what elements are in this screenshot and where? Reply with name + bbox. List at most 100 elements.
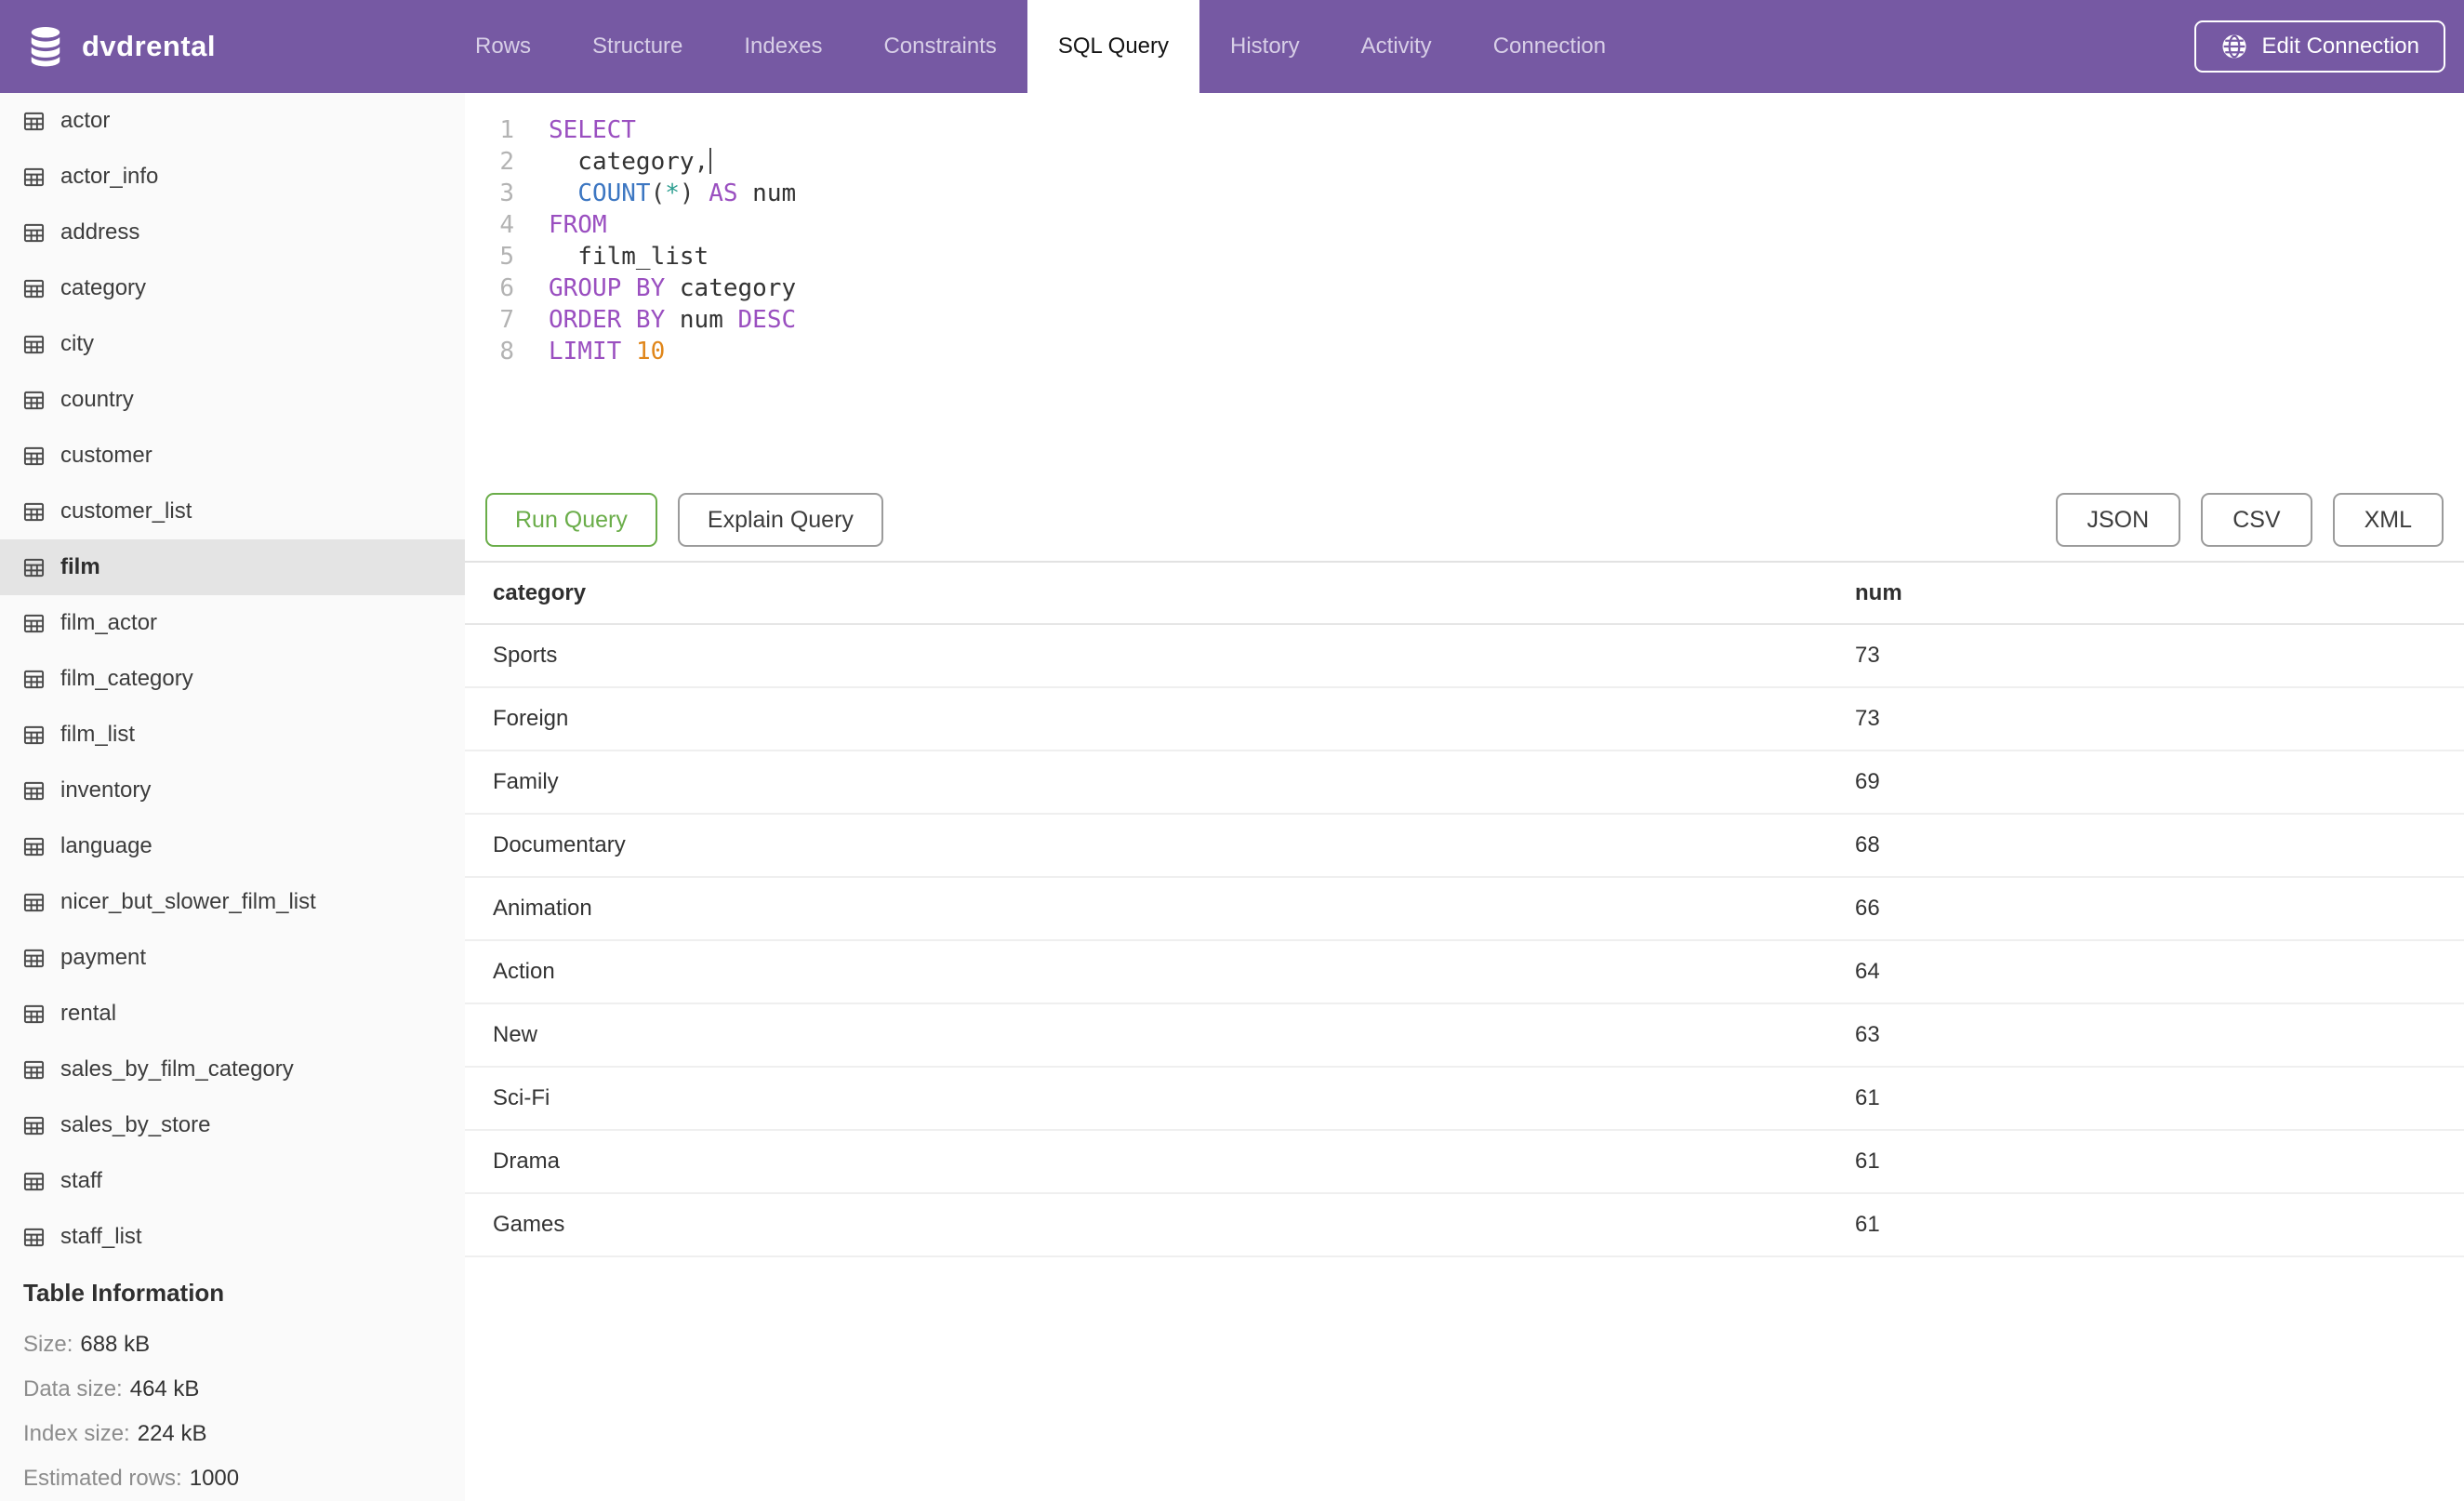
table-info-value: 1000 bbox=[189, 1466, 240, 1491]
table-name: film_category bbox=[60, 666, 193, 691]
sidebar-item-customer-list[interactable]: customer_list bbox=[0, 484, 465, 539]
result-cell-category: Action bbox=[493, 959, 555, 984]
results-table: category num Sports 73 Foreign 73 Family… bbox=[465, 561, 2464, 1257]
tab-sql-query[interactable]: SQL Query bbox=[1027, 0, 1199, 93]
table-name: customer bbox=[60, 443, 152, 468]
nav-tab-label: Constraints bbox=[883, 33, 997, 59]
result-cell-num: 63 bbox=[1855, 1022, 1880, 1047]
sql-code-text: FROM bbox=[549, 211, 607, 239]
sidebar-item-city[interactable]: city bbox=[0, 316, 465, 372]
sidebar-item-film[interactable]: film bbox=[0, 539, 465, 595]
sidebar-item-film-category[interactable]: film_category bbox=[0, 651, 465, 707]
result-row-foreign[interactable]: Foreign 73 bbox=[465, 688, 2464, 751]
table-name: category bbox=[60, 275, 147, 300]
sidebar-item-category[interactable]: category bbox=[0, 260, 465, 316]
sidebar-item-actor[interactable]: actor bbox=[0, 93, 465, 149]
result-cell-category: Sports bbox=[493, 643, 558, 668]
sidebar-item-customer[interactable]: customer bbox=[0, 428, 465, 484]
table-name: nicer_but_slower_film_list bbox=[60, 889, 316, 914]
column-header-num: num bbox=[1855, 579, 1902, 605]
table-name: film bbox=[60, 554, 100, 579]
sidebar-item-film-actor[interactable]: film_actor bbox=[0, 595, 465, 651]
sql-code-line: 2 category, bbox=[465, 146, 2464, 178]
tab-indexes[interactable]: Indexes bbox=[713, 0, 853, 93]
table-info-value: 224 kB bbox=[137, 1421, 207, 1446]
sidebar-item-staff-list[interactable]: staff_list bbox=[0, 1209, 465, 1265]
database-icon bbox=[26, 26, 65, 67]
result-row-documentary[interactable]: Documentary 68 bbox=[465, 815, 2464, 878]
sidebar-item-sales-by-film-category[interactable]: sales_by_film_category bbox=[0, 1042, 465, 1097]
result-cell-category: Drama bbox=[493, 1149, 561, 1174]
result-row-drama[interactable]: Drama 61 bbox=[465, 1131, 2464, 1194]
sidebar-item-film-list[interactable]: film_list bbox=[0, 707, 465, 763]
table-name: actor bbox=[60, 108, 111, 133]
table-name: city bbox=[60, 331, 94, 356]
column-header-category: category bbox=[493, 579, 587, 605]
table-grid-icon bbox=[23, 613, 45, 634]
result-row-new[interactable]: New 63 bbox=[465, 1004, 2464, 1068]
nav-tab-label: SQL Query bbox=[1057, 33, 1169, 59]
tab-connection[interactable]: Connection bbox=[1463, 0, 1636, 93]
table-info-value: 688 kB bbox=[80, 1332, 151, 1357]
sql-code-text: SELECT bbox=[549, 116, 636, 144]
sidebar-item-actor-info[interactable]: actor_info bbox=[0, 149, 465, 205]
explain-query-button[interactable]: Explain Query bbox=[677, 493, 883, 547]
line-number: 1 bbox=[499, 116, 514, 144]
table-name: staff_list bbox=[60, 1224, 142, 1249]
table-info-value: 464 kB bbox=[129, 1376, 200, 1401]
run-query-button[interactable]: Run Query bbox=[485, 493, 657, 547]
results-body: Sports 73 Foreign 73 Family 69 Documenta… bbox=[465, 625, 2464, 1257]
table-info-label: Estimated rows: bbox=[23, 1466, 182, 1491]
table-grid-icon bbox=[23, 836, 45, 857]
result-row-games[interactable]: Games 61 bbox=[465, 1194, 2464, 1257]
tab-activity[interactable]: Activity bbox=[1331, 0, 1463, 93]
sidebar-item-language[interactable]: language bbox=[0, 818, 465, 874]
table-name: language bbox=[60, 833, 152, 858]
result-cell-num: 61 bbox=[1855, 1212, 1880, 1237]
sidebar-item-nicer-but-slower-film-list[interactable]: nicer_but_slower_film_list bbox=[0, 874, 465, 930]
result-row-animation[interactable]: Animation 66 bbox=[465, 878, 2464, 941]
tab-rows[interactable]: Rows bbox=[444, 0, 562, 93]
nav-tab-label: Structure bbox=[592, 33, 683, 59]
table-info-label: Index size: bbox=[23, 1421, 130, 1446]
table-name: staff bbox=[60, 1168, 102, 1193]
sidebar-item-payment[interactable]: payment bbox=[0, 930, 465, 986]
nav-tab-label: Connection bbox=[1492, 33, 1607, 59]
sidebar-item-address[interactable]: address bbox=[0, 205, 465, 260]
tab-constraints[interactable]: Constraints bbox=[853, 0, 1027, 93]
results-header-row: category num bbox=[465, 561, 2464, 625]
result-row-family[interactable]: Family 69 bbox=[465, 751, 2464, 815]
export-button-xml[interactable]: XML bbox=[2332, 493, 2444, 547]
sql-code-line: 5 film_list bbox=[465, 241, 2464, 272]
query-actions-row: Run Query Explain Query JSON CSV XML bbox=[465, 493, 2464, 547]
export-button-csv[interactable]: CSV bbox=[2201, 493, 2312, 547]
line-number: 6 bbox=[499, 274, 514, 302]
table-info-row: Index size: 224 kB bbox=[23, 1412, 465, 1456]
table-grid-icon bbox=[23, 1171, 45, 1192]
result-cell-category: Animation bbox=[493, 896, 592, 921]
sql-editor[interactable]: 1 SELECT 2 category, 3 COUNT(*) AS num 4… bbox=[465, 93, 2464, 493]
table-info-row: Data size: 464 kB bbox=[23, 1367, 465, 1412]
export-button-json[interactable]: JSON bbox=[2055, 493, 2181, 547]
sidebar-item-rental[interactable]: rental bbox=[0, 986, 465, 1042]
table-info-label: Data size: bbox=[23, 1376, 123, 1401]
result-row-sci-fi[interactable]: Sci-Fi 61 bbox=[465, 1068, 2464, 1131]
result-row-sports[interactable]: Sports 73 bbox=[465, 625, 2464, 688]
tab-history[interactable]: History bbox=[1199, 0, 1331, 93]
sidebar-item-country[interactable]: country bbox=[0, 372, 465, 428]
sql-code-text: LIMIT 10 bbox=[549, 338, 666, 365]
result-row-action[interactable]: Action 64 bbox=[465, 941, 2464, 1004]
tab-structure[interactable]: Structure bbox=[562, 0, 713, 93]
sidebar-item-sales-by-store[interactable]: sales_by_store bbox=[0, 1097, 465, 1153]
edit-connection-button[interactable]: Edit Connection bbox=[2193, 20, 2445, 73]
result-cell-num: 61 bbox=[1855, 1085, 1880, 1110]
sidebar-item-staff[interactable]: staff bbox=[0, 1153, 465, 1209]
table-list: actor actor_info address category city c… bbox=[0, 93, 465, 1265]
sql-code-line: 3 COUNT(*) AS num bbox=[465, 178, 2464, 209]
table-grid-icon bbox=[23, 892, 45, 913]
sidebar-item-inventory[interactable]: inventory bbox=[0, 763, 465, 818]
export-buttons-group: JSON CSV XML bbox=[2035, 493, 2444, 547]
sql-query-panel: 1 SELECT 2 category, 3 COUNT(*) AS num 4… bbox=[465, 93, 2464, 1501]
table-grid-icon bbox=[23, 1059, 45, 1081]
database-logo: dvdrental bbox=[0, 0, 333, 93]
